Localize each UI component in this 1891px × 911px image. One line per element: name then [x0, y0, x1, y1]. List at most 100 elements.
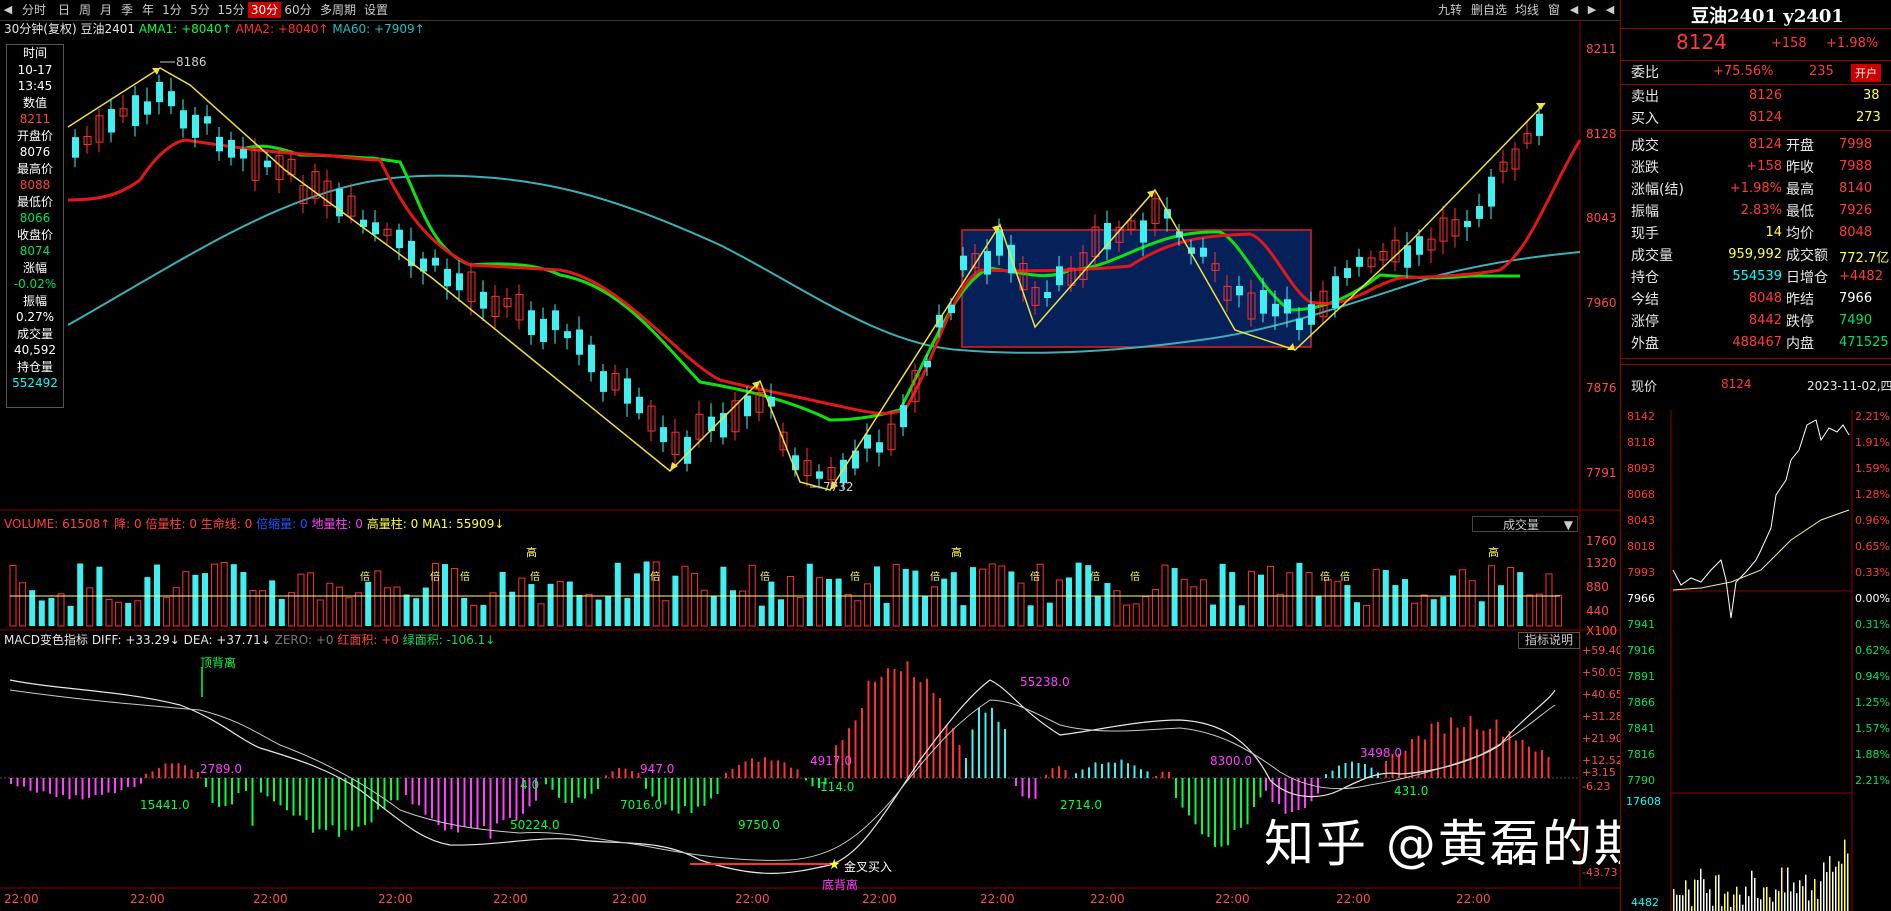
volume-bar	[374, 570, 382, 627]
volume-bar	[950, 572, 957, 626]
mini-volume-bar	[1799, 880, 1801, 911]
mini-volume-bar	[1712, 905, 1714, 911]
macd-bar	[1064, 769, 1067, 778]
volume-bar	[77, 563, 84, 626]
macd-bar	[383, 778, 386, 809]
indicator-dropdown[interactable]: 成交量 ▼	[1472, 516, 1578, 532]
macd-bar	[1521, 739, 1524, 778]
macd-bar	[564, 778, 567, 803]
stat-value: 471525	[1839, 335, 1889, 350]
volume-bar	[1286, 572, 1294, 627]
macd-bar	[590, 778, 593, 794]
macd-bar	[1058, 766, 1060, 778]
mini-volume-bar	[1775, 889, 1777, 911]
macd-bar	[205, 778, 207, 787]
stat-value: 959,992	[1728, 247, 1782, 262]
time-tick: 22:00	[862, 892, 897, 906]
mini-volume-bar	[1685, 880, 1687, 911]
macd-bar	[1463, 727, 1465, 778]
stat-label: 最低	[1786, 204, 1814, 220]
volume-bar	[1008, 571, 1015, 626]
macd-bar	[211, 778, 214, 803]
macd-bar	[677, 778, 680, 814]
volume-bar	[480, 604, 487, 626]
mini-pct-tick: 1.57%	[1855, 722, 1890, 735]
indicator-help-button[interactable]: 指标说明	[1518, 632, 1580, 649]
mini-volume-bar	[1688, 889, 1690, 911]
candle-body	[1464, 221, 1471, 228]
mini-volume-bar	[1694, 879, 1696, 911]
mini-volume-bar	[1700, 868, 1702, 911]
volume-bar	[1545, 573, 1553, 627]
double-volume-marker: 倍	[1130, 570, 1140, 583]
price-tick: 8043	[1586, 211, 1617, 225]
volume-bar	[787, 575, 795, 627]
macd-legend: MACD变色指标 DIFF: +33.29↓ DEA: +37.71↓ ZERO…	[0, 632, 1540, 649]
time-tick: 22:00	[1456, 892, 1491, 906]
info-row: 8066	[19, 211, 51, 225]
volume-bar	[383, 587, 391, 627]
macd-bar	[1450, 717, 1452, 778]
volume-bar	[835, 578, 842, 626]
volume-bar	[1027, 605, 1034, 626]
macd-bar	[651, 778, 654, 797]
candle-body	[456, 273, 463, 291]
stat-label: 昨结	[1786, 292, 1814, 308]
info-row: 8074	[19, 244, 51, 258]
mini-vol-min: 4482	[1631, 896, 1659, 909]
weibi-diff: 235	[1809, 64, 1834, 79]
macd-bar	[1534, 751, 1537, 778]
macd-bar	[483, 778, 485, 827]
mini-volume-bar	[1769, 897, 1771, 911]
volume-bar	[1258, 574, 1264, 626]
candle-body	[1044, 292, 1051, 299]
macd-bar	[991, 707, 993, 778]
macd-tick: -6.23	[1582, 780, 1611, 793]
candle-body	[576, 329, 583, 355]
volume-bar	[1238, 605, 1245, 626]
candle-body	[1296, 318, 1303, 331]
macd-tick: +3.15	[1582, 766, 1616, 779]
high-volume-marker: 高	[1488, 545, 1499, 559]
candle-body	[228, 139, 235, 158]
mini-pct-tick: 1.28%	[1855, 488, 1890, 501]
volume-bar	[1459, 569, 1467, 627]
last-price: 8124	[1676, 30, 1727, 54]
macd-bar	[716, 778, 719, 795]
stat-label: 涨幅(结)	[1631, 182, 1684, 198]
volume-bar	[988, 563, 996, 627]
open-account-badge[interactable]: 开户	[1851, 64, 1881, 82]
macd-bar	[177, 763, 180, 778]
volume-bar	[1440, 596, 1447, 626]
volume-bar	[1354, 602, 1360, 626]
volume-bar	[883, 602, 890, 626]
candle-body	[540, 318, 547, 342]
macd-bar	[571, 778, 573, 803]
macd-bar	[703, 778, 706, 806]
macd-bar	[971, 729, 974, 778]
volume-bar	[1507, 567, 1515, 627]
macd-tick: +31.28	[1582, 710, 1623, 723]
double-volume-marker: 倍	[360, 570, 370, 583]
volume-tick: 1320	[1586, 556, 1617, 570]
double-volume-marker: 倍	[930, 570, 940, 583]
stat-label: 现手	[1631, 226, 1659, 242]
volume-bar	[614, 562, 621, 626]
macd-bar	[1028, 778, 1030, 799]
volume-bar	[451, 568, 459, 627]
macd-bar	[29, 778, 32, 791]
macd-bar	[645, 778, 647, 789]
macd-bar	[1331, 770, 1334, 778]
double-volume-marker: 倍	[460, 570, 470, 583]
macd-bar	[1161, 771, 1164, 778]
stat-value: 8048	[1839, 225, 1873, 240]
macd-bar	[690, 778, 693, 813]
volume-bar	[163, 597, 171, 627]
macd-bar	[854, 720, 857, 778]
volume-bar	[316, 599, 324, 627]
info-row: 0.27%	[15, 310, 55, 324]
volume-bar	[1142, 596, 1150, 627]
candle-body	[372, 222, 379, 235]
volume-bar	[38, 600, 45, 626]
volume-bar	[182, 571, 190, 627]
